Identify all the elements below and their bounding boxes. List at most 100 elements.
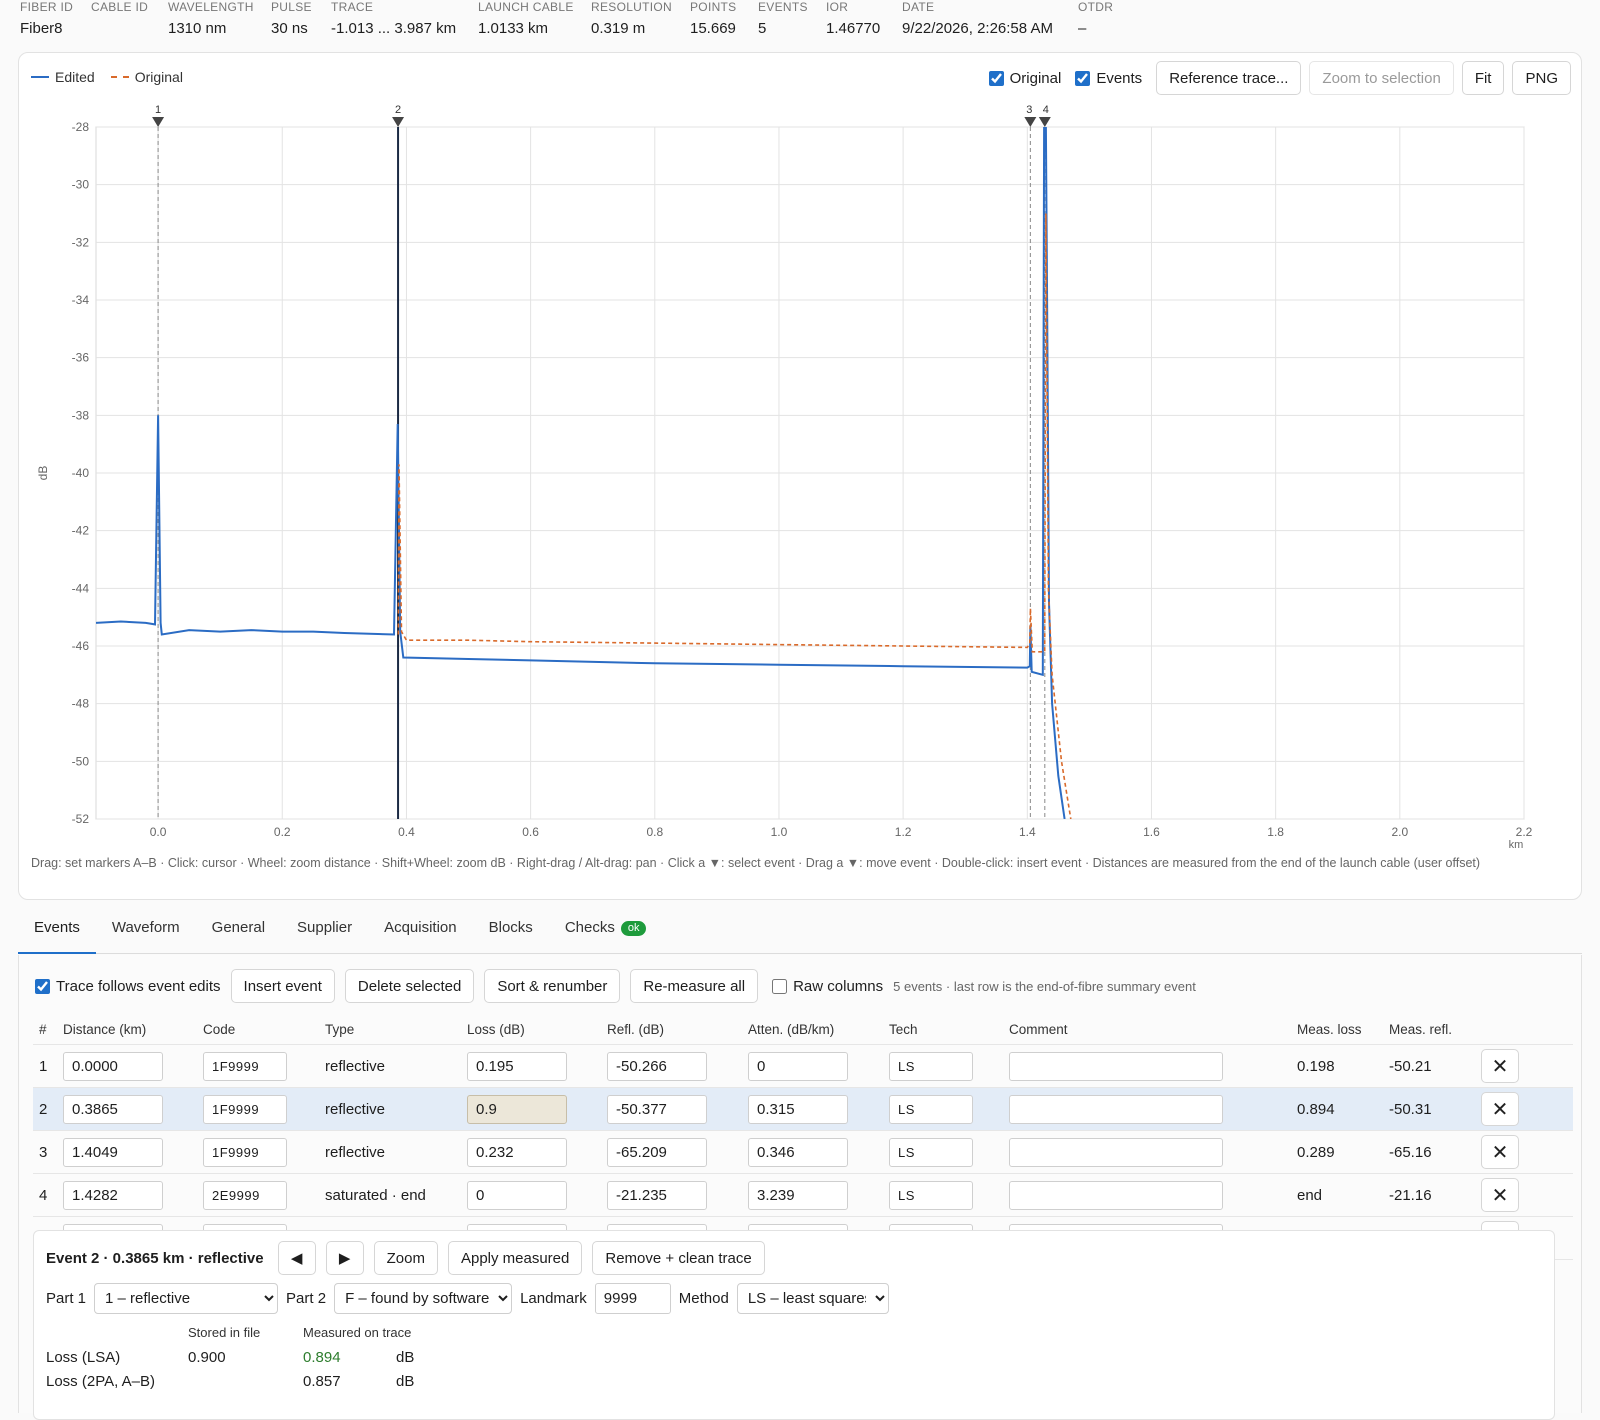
table-row[interactable]: 4 saturated · end end -21.16 ✕ xyxy=(33,1174,1573,1217)
next-event-icon[interactable]: ▶ xyxy=(325,1241,364,1275)
show-original-toggle[interactable]: Original xyxy=(988,69,1062,87)
refl-input[interactable] xyxy=(607,1137,707,1167)
code-input[interactable] xyxy=(203,1180,287,1210)
otdr-trace-plot[interactable]: 0.0 0.2 0.4 0.6 0.8 1.0 1.2 1.4 1.6 1.8 2.0 2.2 -28 -… xyxy=(19,53,1583,901)
tech-input[interactable] xyxy=(889,1051,973,1081)
table-row[interactable]: 3 reflective 0.289 -65.16 ✕ xyxy=(33,1131,1573,1174)
comment-input[interactable] xyxy=(1009,1180,1223,1210)
trace-follows-checkbox[interactable] xyxy=(35,978,50,994)
delete-row-close-icon[interactable]: ✕ xyxy=(1481,1178,1519,1212)
y-tick-label: -34 xyxy=(72,293,90,307)
distance-input[interactable] xyxy=(63,1051,163,1081)
meta-value: 1.0133 km xyxy=(478,20,549,37)
tab-checks[interactable]: Checks ok xyxy=(549,908,663,954)
meta-label: DATE xyxy=(902,0,935,14)
tech-input[interactable] xyxy=(889,1137,973,1167)
tab-acquisition[interactable]: Acquisition xyxy=(368,908,473,954)
loss-input[interactable] xyxy=(467,1137,567,1167)
show-original-checkbox[interactable] xyxy=(988,70,1004,86)
zoom-to-selection-button[interactable]: Zoom to selection xyxy=(1309,61,1454,95)
show-original-label: Original xyxy=(1009,69,1062,87)
meas-refl: -50.31 xyxy=(1389,1100,1432,1118)
meta-fiber-id: FIBER ID Fiber8 xyxy=(20,0,73,40)
previous-event-icon[interactable]: ◀ xyxy=(277,1241,316,1275)
col-header-tech: Tech xyxy=(889,1022,918,1037)
delete-row-close-icon[interactable]: ✕ xyxy=(1481,1049,1519,1083)
part1-select[interactable]: 1 – reflective xyxy=(94,1283,279,1314)
event-marker-label: 3 xyxy=(1026,104,1032,116)
tab-waveform[interactable]: Waveform xyxy=(96,908,196,954)
zoom-event-button[interactable]: Zoom xyxy=(373,1241,438,1275)
loss-input[interactable] xyxy=(467,1094,567,1124)
refl-input[interactable] xyxy=(607,1094,707,1124)
x-axis-label: km xyxy=(1509,839,1524,851)
meas-loss: 0.198 xyxy=(1297,1057,1335,1075)
event-detail-panel: Event 2 · 0.3865 km · reflective ◀ ▶ Zoo… xyxy=(33,1230,1555,1420)
legend-swatch-edited xyxy=(31,76,49,78)
remeasure-all-button[interactable]: Re-measure all xyxy=(630,969,759,1003)
atten-input[interactable] xyxy=(748,1094,848,1124)
legend-item-original: Original xyxy=(110,69,183,85)
atten-input[interactable] xyxy=(748,1051,848,1081)
raw-columns-label: Raw columns xyxy=(793,977,884,995)
reference-trace-button[interactable]: Reference trace... xyxy=(1156,61,1302,95)
landmark-input[interactable] xyxy=(594,1283,671,1314)
distance-input[interactable] xyxy=(63,1094,163,1124)
x-tick-label: 1.6 xyxy=(1143,825,1160,839)
tech-input[interactable] xyxy=(889,1180,973,1210)
raw-columns-checkbox[interactable] xyxy=(772,978,788,994)
tech-input[interactable] xyxy=(889,1094,973,1124)
loss-input[interactable] xyxy=(467,1051,567,1081)
tab-blocks[interactable]: Blocks xyxy=(473,908,549,954)
insert-event-button[interactable]: Insert event xyxy=(230,969,335,1003)
code-input[interactable] xyxy=(203,1137,287,1167)
tab-supplier[interactable]: Supplier xyxy=(281,908,368,954)
distance-input[interactable] xyxy=(63,1180,163,1210)
atten-input[interactable] xyxy=(748,1180,848,1210)
fit-button[interactable]: Fit xyxy=(1461,61,1505,95)
loss-input[interactable] xyxy=(467,1180,567,1210)
tab-general[interactable]: General xyxy=(196,908,281,954)
refl-input[interactable] xyxy=(607,1051,707,1081)
y-tick-label: -52 xyxy=(72,812,90,826)
comment-input[interactable] xyxy=(1009,1137,1223,1167)
part2-select[interactable]: F – found by software xyxy=(334,1283,513,1314)
table-row[interactable]: 2 reflective 0.894 -50.31 ✕ xyxy=(33,1088,1573,1131)
apply-measured-button[interactable]: Apply measured xyxy=(447,1241,583,1275)
tab-label: Supplier xyxy=(297,919,353,936)
x-tick-label: 0.4 xyxy=(398,825,415,839)
meta-launch-cable: LAUNCH CABLE 1.0133 km xyxy=(478,0,574,40)
loss-measured-value: 0.857 xyxy=(303,1373,341,1390)
meta-value: 30 ns xyxy=(271,20,308,37)
meta-label: FIBER ID xyxy=(20,0,74,14)
atten-input[interactable] xyxy=(748,1137,848,1167)
x-tick-label: 0.6 xyxy=(522,825,539,839)
x-tick-label: 0.2 xyxy=(274,825,291,839)
sort-renumber-button[interactable]: Sort & renumber xyxy=(484,969,621,1003)
events-table-header: # Distance (km) Code Type Loss (dB) Refl… xyxy=(33,1015,1573,1045)
trace-follows-toggle[interactable]: Trace follows event edits xyxy=(35,978,221,995)
chart-legend: Edited Original xyxy=(31,69,183,85)
tab-events[interactable]: Events xyxy=(18,908,96,954)
comment-input[interactable] xyxy=(1009,1051,1223,1081)
meta-label: EVENTS xyxy=(758,0,808,14)
x-tick-label: 1.0 xyxy=(771,825,788,839)
code-input[interactable] xyxy=(203,1051,287,1081)
comment-input[interactable] xyxy=(1009,1094,1223,1124)
distance-input[interactable] xyxy=(63,1137,163,1167)
refl-input[interactable] xyxy=(607,1180,707,1210)
y-tick-label: -40 xyxy=(72,466,90,480)
meta-label: PULSE xyxy=(271,0,312,14)
delete-selected-button[interactable]: Delete selected xyxy=(344,969,475,1003)
show-events-toggle[interactable]: Events xyxy=(1075,70,1142,87)
png-export-button[interactable]: PNG xyxy=(1512,61,1571,95)
table-row[interactable]: 1 reflective 0.198 -50.21 ✕ xyxy=(33,1045,1573,1088)
show-events-checkbox[interactable] xyxy=(1075,70,1091,86)
raw-columns-toggle[interactable]: Raw columns xyxy=(772,978,883,995)
delete-row-close-icon[interactable]: ✕ xyxy=(1481,1135,1519,1169)
delete-row-close-icon[interactable]: ✕ xyxy=(1481,1092,1519,1126)
tab-label: Checks xyxy=(564,919,615,936)
code-input[interactable] xyxy=(203,1094,287,1124)
method-select[interactable]: LS – least squares xyxy=(736,1283,889,1314)
remove-clean-trace-button[interactable]: Remove + clean trace xyxy=(592,1241,765,1275)
